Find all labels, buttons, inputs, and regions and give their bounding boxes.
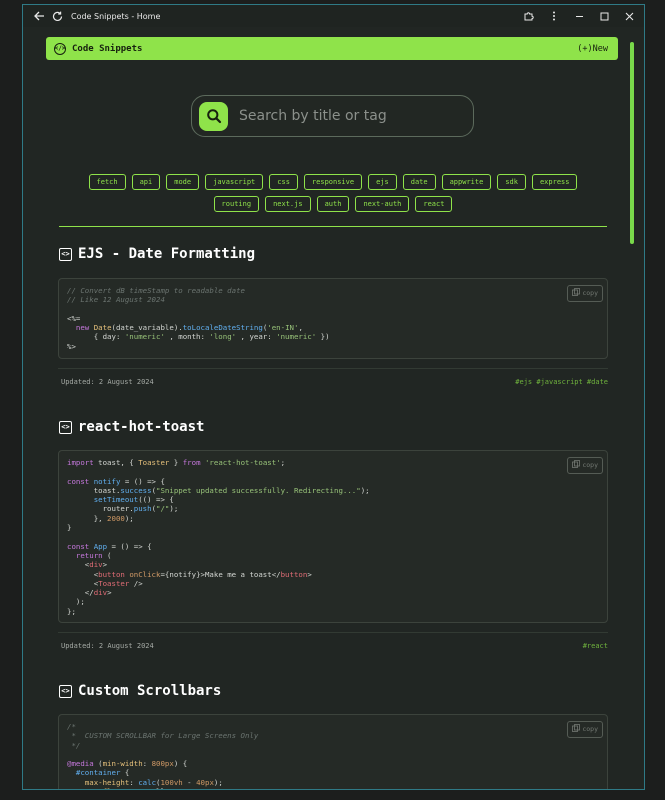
copy-label: copy — [582, 461, 598, 469]
reload-icon[interactable] — [49, 8, 65, 24]
tag-mode[interactable]: mode — [166, 174, 200, 190]
copy-icon — [572, 288, 581, 299]
search-bar — [191, 95, 474, 137]
snippet-title-text: Custom Scrollbars — [78, 683, 222, 699]
copy-button[interactable]: copy — [567, 285, 603, 303]
page-content: </> Code Snippets (+)New fetch api mode … — [23, 27, 644, 789]
tag-css[interactable]: css — [269, 174, 298, 190]
copy-icon — [572, 724, 581, 735]
divider — [58, 632, 608, 633]
extension-icon[interactable] — [522, 8, 536, 24]
tag-auth[interactable]: auth — [316, 196, 350, 212]
tag-routing[interactable]: routing — [213, 196, 260, 212]
copy-button[interactable]: copy — [567, 457, 603, 475]
tag-filter-list: fetch api mode javascript css responsive… — [63, 174, 603, 212]
brand[interactable]: </> Code Snippets — [54, 42, 143, 55]
new-snippet-button[interactable]: (+)New — [577, 44, 608, 54]
tag-nextjs[interactable]: next.js — [265, 196, 311, 212]
search-icon[interactable] — [199, 101, 228, 131]
code-logo-icon: </> — [54, 42, 66, 55]
minimize-icon[interactable] — [572, 8, 586, 24]
tag-sdk[interactable]: sdk — [497, 174, 526, 190]
divider — [58, 368, 608, 369]
close-icon[interactable] — [622, 8, 636, 24]
snippet-tags[interactable]: #ejs #javascript #date — [515, 378, 608, 386]
tag-responsive[interactable]: responsive — [303, 174, 363, 190]
tag-api[interactable]: api — [131, 174, 161, 190]
code-icon: <> — [59, 684, 72, 698]
code-icon: <> — [59, 420, 72, 434]
search-input[interactable] — [237, 107, 461, 125]
back-arrow-icon[interactable] — [31, 8, 47, 24]
tag-express[interactable]: express — [531, 174, 578, 190]
title-bar: Code Snippets - Home — [23, 5, 644, 27]
maximize-icon[interactable] — [597, 8, 611, 24]
copy-icon — [572, 460, 581, 471]
snippet-meta: Updated: 2 August 2024 #react — [61, 642, 608, 650]
copy-label: copy — [582, 289, 598, 297]
updated-date: Updated: 2 August 2024 — [61, 378, 154, 386]
snippet-title[interactable]: <> react-hot-toast — [59, 419, 204, 435]
snippet-title-text: react-hot-toast — [78, 419, 205, 435]
tag-ejs[interactable]: ejs — [368, 174, 397, 190]
tag-react[interactable]: react — [415, 196, 453, 212]
tag-next-auth[interactable]: next-auth — [355, 196, 410, 212]
snippet-title[interactable]: <> Custom Scrollbars — [59, 683, 221, 699]
navbar: </> Code Snippets (+)New — [46, 37, 618, 60]
copy-label: copy — [582, 725, 598, 733]
code-block[interactable]: /* * CUSTOM SCROLLBAR for Large Screens … — [58, 714, 608, 789]
divider — [59, 226, 607, 227]
app-window: Code Snippets - Home </> Code Snippets (… — [22, 4, 645, 790]
brand-name: Code Snippets — [72, 43, 143, 54]
scrollbar-thumb[interactable] — [630, 42, 634, 244]
tag-javascript[interactable]: javascript — [205, 174, 264, 190]
snippet-meta: Updated: 2 August 2024 #ejs #javascript … — [61, 378, 608, 386]
window-title: Code Snippets - Home — [71, 11, 161, 21]
code-icon: <> — [59, 247, 72, 261]
tag-date[interactable]: date — [402, 174, 436, 190]
tag-appwrite[interactable]: appwrite — [441, 174, 492, 190]
code-block[interactable]: import toast, { Toaster } from 'react-ho… — [58, 450, 608, 623]
snippet-title[interactable]: <> EJS - Date Formatting — [59, 246, 255, 262]
tag-fetch[interactable]: fetch — [88, 174, 126, 190]
copy-button[interactable]: copy — [567, 721, 603, 739]
code-block[interactable]: // Convert dB timeStamp to readable date… — [58, 278, 608, 359]
snippet-tags[interactable]: #react — [583, 642, 608, 650]
more-icon[interactable] — [547, 8, 561, 24]
updated-date: Updated: 2 August 2024 — [61, 642, 154, 650]
snippet-title-text: EJS - Date Formatting — [78, 246, 256, 262]
